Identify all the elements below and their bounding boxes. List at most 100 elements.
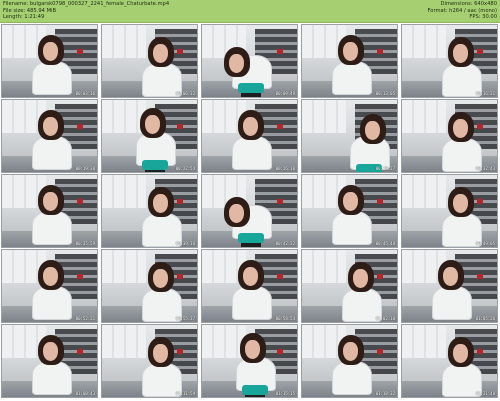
media-info: Dimensions: 640x480 Format: h264 / aac (… <box>427 1 497 21</box>
timestamp: 00:49:05 <box>475 241 495 246</box>
timestamp: 00:16:21 <box>475 91 495 96</box>
person-face <box>343 342 358 361</box>
timestamp: 01:18:32 <box>375 391 395 396</box>
timestamp: 01:05:26 <box>475 316 495 321</box>
red-item <box>377 199 383 204</box>
person-face <box>43 267 58 286</box>
cabinet <box>102 100 146 134</box>
person-face <box>153 194 168 213</box>
dimensions-line: Dimensions: 640x480 <box>440 1 497 7</box>
filename-line: Filename: bulgarsk0798_000327_2241_femal… <box>3 1 170 7</box>
cabinet <box>302 250 346 284</box>
person-face <box>453 119 468 138</box>
cabinet <box>402 325 446 359</box>
timestamp: 01:02:10 <box>375 316 395 321</box>
person-face <box>453 344 468 363</box>
red-item <box>377 49 383 54</box>
file-info: Filename: bulgarsk0798_000327_2241_femal… <box>3 1 169 21</box>
video-thumbnail: 00:06:32 <box>101 24 198 98</box>
timestamp: 00:29:27 <box>375 166 395 171</box>
video-thumbnail: 00:35:59 <box>1 174 98 248</box>
fps-line: FPS: 30.00 <box>469 14 497 21</box>
person-body <box>432 286 472 320</box>
red-item <box>477 49 483 54</box>
cabinet <box>402 175 446 209</box>
cabinet <box>102 325 146 359</box>
filesize-line: File size: 485.94 MiB <box>3 7 57 14</box>
cabinet <box>102 250 146 284</box>
red-item <box>377 274 383 279</box>
person-face <box>229 54 244 73</box>
person-body <box>332 211 372 245</box>
person-face <box>245 340 260 359</box>
red-item <box>77 349 83 354</box>
red-item <box>77 49 83 54</box>
timestamp: 00:35:59 <box>75 241 95 246</box>
skirt <box>242 385 268 395</box>
timestamp: 00:45:48 <box>375 241 395 246</box>
video-thumbnail: 00:42:32 <box>201 174 298 248</box>
video-thumbnail: 01:15:15 <box>201 324 298 398</box>
red-item <box>277 349 283 354</box>
timestamp: 00:09:49 <box>275 91 295 96</box>
timestamp: 00:19:38 <box>75 166 95 171</box>
timestamp: 00:52:21 <box>75 316 95 321</box>
video-thumbnail: 00:22:54 <box>101 99 198 173</box>
video-thumbnail: 00:29:27 <box>301 99 398 173</box>
timestamp: 01:15:15 <box>275 391 295 396</box>
person-body <box>32 211 72 245</box>
red-item <box>77 199 83 204</box>
video-thumbnail: 00:19:38 <box>1 99 98 173</box>
timestamp: 00:13:05 <box>375 91 395 96</box>
person-face <box>443 267 458 286</box>
red-item <box>77 274 83 279</box>
red-item <box>477 124 483 129</box>
cabinet <box>402 100 446 134</box>
video-thumbnail: 00:39:16 <box>101 174 198 248</box>
skirt <box>238 233 264 243</box>
timestamp: 00:03:16 <box>75 91 95 96</box>
video-thumbnail: 01:02:10 <box>301 249 398 323</box>
person-body <box>32 136 72 170</box>
legs <box>241 243 261 247</box>
person-face <box>365 121 380 140</box>
skirt <box>142 160 168 170</box>
timestamp: 00:32:43 <box>475 166 495 171</box>
red-item <box>277 199 283 204</box>
cabinet <box>202 325 246 359</box>
person-body <box>32 61 72 95</box>
person-face <box>343 192 358 211</box>
video-thumbnail: 00:09:49 <box>201 24 298 98</box>
timestamp: 00:55:37 <box>175 316 195 321</box>
video-thumbnail: 00:13:05 <box>301 24 398 98</box>
video-thumbnail: 00:55:37 <box>101 249 198 323</box>
person-body <box>32 361 72 395</box>
cabinet <box>102 25 146 59</box>
cabinet <box>102 175 146 209</box>
person-face <box>243 267 258 286</box>
person-body <box>232 136 272 170</box>
video-thumbnail: 00:16:21 <box>401 24 498 98</box>
contact-sheet: Filename: bulgarsk0798_000327_2241_femal… <box>0 0 500 401</box>
video-thumbnail: 00:03:16 <box>1 24 98 98</box>
red-item <box>277 274 283 279</box>
format-line: Format: h264 / aac (mono) <box>427 7 497 14</box>
person-face <box>243 117 258 136</box>
person-face <box>153 344 168 363</box>
red-item <box>177 349 183 354</box>
legs <box>145 170 165 172</box>
cabinet <box>402 25 446 59</box>
video-thumbnail: 01:05:26 <box>401 249 498 323</box>
person-face <box>43 42 58 61</box>
timestamp: 00:22:54 <box>175 166 195 171</box>
video-thumbnail: 00:49:05 <box>401 174 498 248</box>
video-thumbnail: 00:52:21 <box>1 249 98 323</box>
person-face <box>43 117 58 136</box>
red-item <box>177 124 183 129</box>
red-item <box>477 349 483 354</box>
red-item <box>277 49 283 54</box>
video-thumbnail: 00:45:48 <box>301 174 398 248</box>
person-face <box>453 194 468 213</box>
timestamp: 01:11:59 <box>175 391 195 396</box>
person-face <box>153 269 168 288</box>
